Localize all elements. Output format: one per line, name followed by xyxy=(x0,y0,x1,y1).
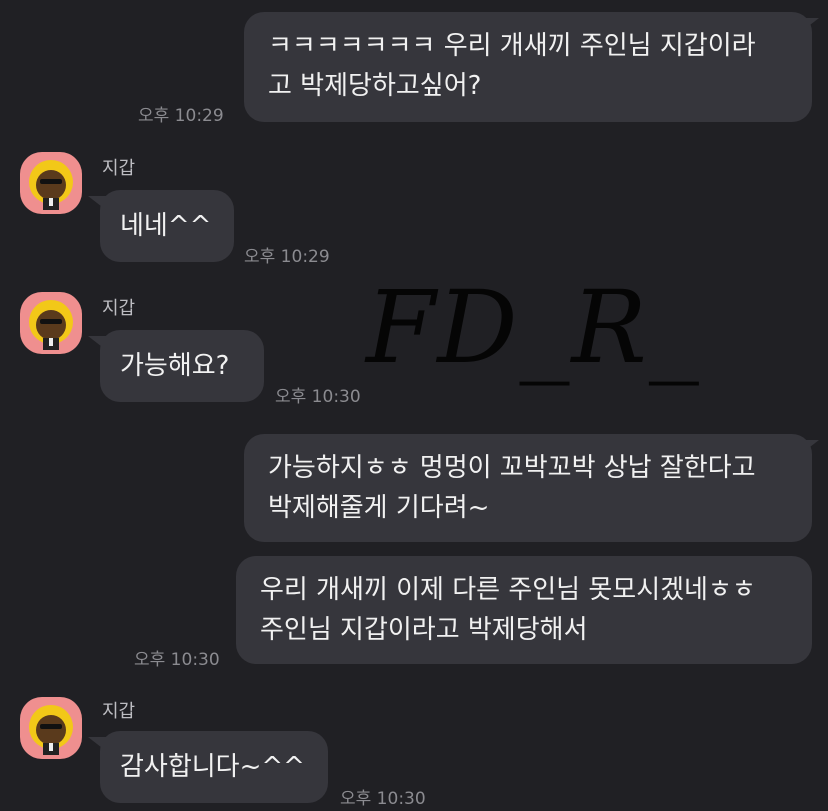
received-message-bubble[interactable]: 가능해요? xyxy=(100,330,264,402)
character-icon xyxy=(29,300,73,350)
sent-message-bubble[interactable]: 우리 개새끼 이제 다른 주인님 못모시겠네ㅎㅎ 주인님 지갑이라고 박제당해서 xyxy=(236,556,812,664)
received-message-bubble[interactable]: 네네^^ xyxy=(100,190,234,262)
message-time: 오후 10:29 xyxy=(138,106,224,126)
character-icon xyxy=(29,160,73,210)
sent-message-bubble[interactable]: ㅋㅋㅋㅋㅋㅋㅋ 우리 개새끼 주인님 지갑이라 고 박제당하고싶어? xyxy=(244,12,812,122)
avatar[interactable] xyxy=(20,292,82,354)
watermark: FD_R_ xyxy=(366,269,701,386)
sent-message-bubble[interactable]: 가능하지ㅎㅎ 멍멍이 꼬박꼬박 상납 잘한다고 박제해줄게 기다려~ xyxy=(244,434,812,542)
bubble-tail xyxy=(88,336,106,350)
bubble-tail xyxy=(88,196,106,210)
avatar[interactable] xyxy=(20,152,82,214)
avatar[interactable] xyxy=(20,697,82,759)
message-time: 오후 10:30 xyxy=(134,650,220,670)
received-message-bubble[interactable]: 감사합니다~^^ xyxy=(100,731,328,803)
message-time: 오후 10:30 xyxy=(275,387,361,407)
character-icon xyxy=(29,705,73,755)
message-time: 오후 10:29 xyxy=(244,247,330,267)
sender-name: 지갑 xyxy=(102,158,136,179)
sender-name: 지갑 xyxy=(102,701,136,722)
sender-name: 지갑 xyxy=(102,298,136,319)
message-time: 오후 10:30 xyxy=(340,789,426,809)
